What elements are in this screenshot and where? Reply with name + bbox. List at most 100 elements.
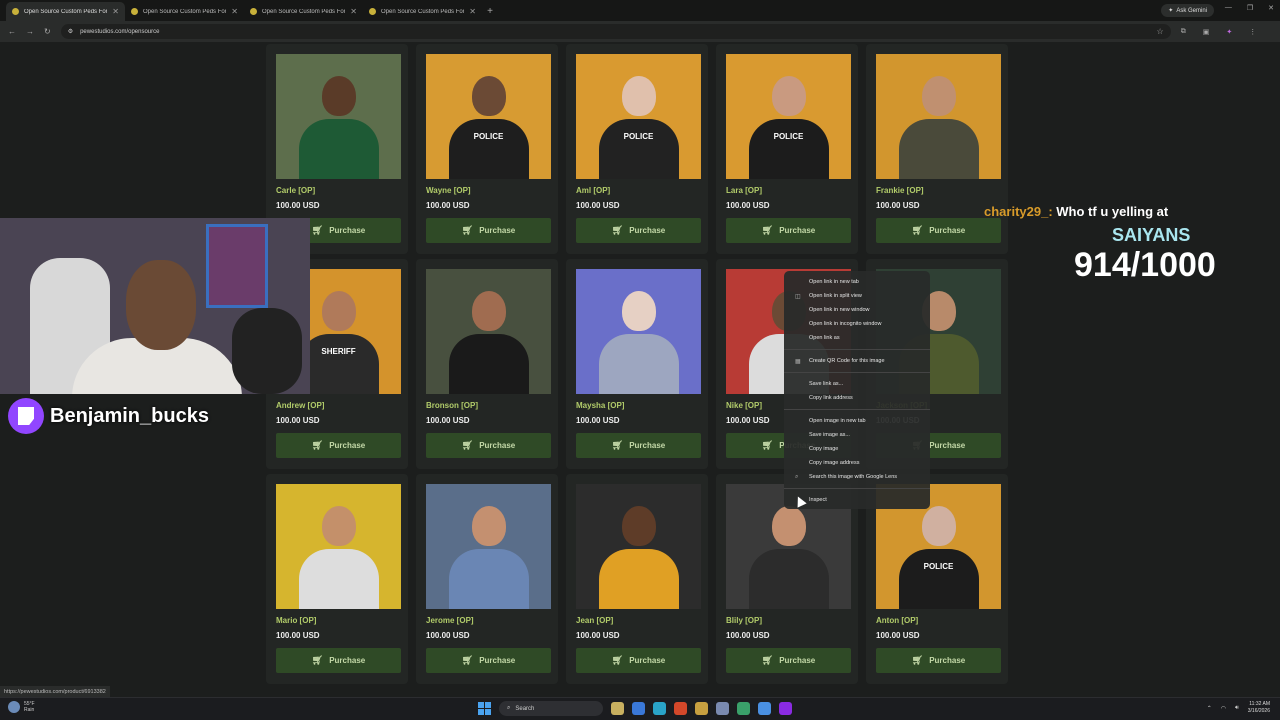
taskbar-app-icon[interactable] <box>653 702 666 715</box>
product-image[interactable] <box>426 484 551 609</box>
context-menu-item[interactable]: Open link in new window <box>784 303 930 317</box>
chat-text: Who tf u yelling at <box>1056 204 1169 219</box>
product-name[interactable]: Lara [OP] <box>726 186 848 195</box>
product-name[interactable]: Wayne [OP] <box>426 186 548 195</box>
context-menu-item[interactable]: Copy link address <box>784 391 930 405</box>
product-name[interactable]: Blily [OP] <box>726 616 848 625</box>
weather-icon <box>8 701 20 713</box>
chat-user: charity29_: <box>984 204 1053 219</box>
purchase-button[interactable]: 🛒︎ Purchase <box>426 433 551 458</box>
context-menu-item[interactable]: Copy image <box>784 442 930 456</box>
taskbar-app-icon[interactable] <box>779 702 792 715</box>
product-name[interactable]: Mario [OP] <box>276 616 398 625</box>
clock[interactable]: 11:32 AM 3/16/2026 <box>1248 701 1270 715</box>
maximize-icon[interactable]: ❐ <box>1247 4 1253 12</box>
tab-list: Open Source Custom Peds For ✕ Open Source … <box>0 2 482 21</box>
purchase-button[interactable]: 🛒︎ Purchase <box>876 218 1001 243</box>
product-name[interactable]: Andrew [OP] <box>276 401 398 410</box>
product-name[interactable]: Jean [OP] <box>576 616 698 625</box>
taskbar-app-icon[interactable] <box>716 702 729 715</box>
context-menu-item[interactable]: Save link as... <box>784 377 930 391</box>
context-menu-item[interactable]: Open link as <box>784 331 930 345</box>
context-menu-item[interactable]: Inspect <box>784 493 930 507</box>
purchase-button[interactable]: 🛒︎ Purchase <box>726 648 851 673</box>
url-text[interactable]: pewestudios.com/opensource <box>80 29 159 35</box>
purchase-button[interactable]: 🛒︎ Purchase <box>726 218 851 243</box>
extensions-icon[interactable]: ⧉ <box>1181 28 1186 36</box>
product-price: 100.00 USD <box>426 416 470 425</box>
product-image[interactable] <box>276 54 401 179</box>
back-icon[interactable]: ← <box>8 27 16 36</box>
product-name[interactable]: Anton [OP] <box>876 616 998 625</box>
minimize-icon[interactable]: — <box>1225 4 1232 12</box>
purchase-button[interactable]: 🛒︎ Purchase <box>576 433 701 458</box>
chevron-up-icon[interactable]: ⌃ <box>1207 705 1212 712</box>
ped-head <box>621 76 656 116</box>
purchase-button[interactable]: 🛒︎ Purchase <box>426 648 551 673</box>
purchase-button[interactable]: 🛒︎ Purchase <box>576 648 701 673</box>
product-name[interactable]: Carle [OP] <box>276 186 398 195</box>
context-menu-item[interactable]: Copy image address <box>784 456 930 470</box>
context-menu-item[interactable]: ▦ Create QR Code for this image <box>784 354 930 368</box>
purchase-button[interactable]: 🛒︎ Purchase <box>276 648 401 673</box>
context-menu-item[interactable]: Open image in new tab <box>784 414 930 428</box>
ask-gemini-button[interactable]: ✦ Ask Gemini <box>1161 4 1214 17</box>
purchase-button[interactable]: 🛒︎ Purchase <box>426 218 551 243</box>
product-name[interactable]: Maysha [OP] <box>576 401 698 410</box>
address-bar[interactable]: ⚙ pewestudios.com/opensource ☆ <box>60 24 1171 39</box>
product-name[interactable]: Frankie [OP] <box>876 186 998 195</box>
tab-close-icon[interactable]: ✕ <box>231 7 238 16</box>
split-view-icon[interactable]: ▣ <box>1203 28 1210 36</box>
product-image[interactable] <box>426 269 551 394</box>
context-menu-item[interactable]: ◫ Open link in split view <box>784 289 930 303</box>
tab-close-icon[interactable]: ✕ <box>350 7 357 16</box>
new-tab-button[interactable]: + <box>482 2 498 21</box>
weather-widget[interactable]: 55°F Rain <box>8 701 35 713</box>
purchase-button[interactable]: 🛒︎ Purchase <box>876 648 1001 673</box>
menu-icon[interactable]: ⋮ <box>1249 28 1256 36</box>
taskbar-app-icon[interactable] <box>695 702 708 715</box>
purchase-button[interactable]: 🛒︎ Purchase <box>576 218 701 243</box>
cart-icon: 🛒︎ <box>461 225 474 235</box>
context-menu-item[interactable]: Open link in new tab <box>784 275 930 289</box>
product-image[interactable] <box>576 269 701 394</box>
context-menu-item[interactable]: Open link in incognito window <box>784 317 930 331</box>
taskbar-search[interactable]: ⌕ Search <box>499 701 603 716</box>
taskbar-app-icon[interactable] <box>611 702 624 715</box>
browser-tab[interactable]: Open Source Custom Peds For ✕ <box>6 2 125 21</box>
taskbar-app-icon[interactable] <box>674 702 687 715</box>
browser-tab[interactable]: Open Source Custom Peds For ✕ <box>363 2 482 21</box>
product-card: Mario [OP] 100.00 USD 🛒︎ Purchase <box>266 474 408 684</box>
reload-icon[interactable]: ↻ <box>44 27 51 36</box>
browser-tab[interactable]: Open Source Custom Peds For ✕ <box>125 2 244 21</box>
bookmark-star-icon[interactable]: ☆ <box>1157 27 1164 36</box>
site-info-icon[interactable]: ⚙ <box>68 28 73 35</box>
product-name[interactable]: Aml [OP] <box>576 186 698 195</box>
forward-icon[interactable]: → <box>26 27 34 36</box>
menu-item-label: Open link as <box>809 335 840 341</box>
product-image[interactable]: POLICE <box>576 54 701 179</box>
gemini-extension-icon[interactable]: ✦ <box>1226 28 1232 36</box>
tab-close-icon[interactable]: ✕ <box>112 7 119 16</box>
product-image[interactable] <box>276 484 401 609</box>
purchase-button[interactable]: 🛒︎ Purchase <box>276 433 401 458</box>
product-image[interactable] <box>576 484 701 609</box>
context-menu-item[interactable]: Save image as... <box>784 428 930 442</box>
product-name[interactable]: Bronson [OP] <box>426 401 548 410</box>
start-icon[interactable] <box>478 702 491 715</box>
product-card: Bronson [OP] 100.00 USD 🛒︎ Purchase <box>416 259 558 469</box>
product-image[interactable]: POLICE <box>426 54 551 179</box>
wifi-icon[interactable]: ◠ <box>1221 705 1226 712</box>
product-image[interactable]: POLICE <box>726 54 851 179</box>
taskbar-app-icon[interactable] <box>758 702 771 715</box>
ped-body <box>748 119 829 179</box>
taskbar-app-icon[interactable] <box>737 702 750 715</box>
context-menu-item[interactable]: ⌕ Search this image with Google Lens <box>784 470 930 484</box>
close-icon[interactable]: ✕ <box>1268 4 1274 12</box>
browser-tab[interactable]: Open Source Custom Peds For ✕ <box>244 2 363 21</box>
product-image[interactable] <box>876 54 1001 179</box>
tab-close-icon[interactable]: ✕ <box>469 7 476 16</box>
product-name[interactable]: Jerome [OP] <box>426 616 548 625</box>
taskbar-app-icon[interactable] <box>632 702 645 715</box>
volume-icon[interactable]: 🔊︎ <box>1235 705 1239 712</box>
